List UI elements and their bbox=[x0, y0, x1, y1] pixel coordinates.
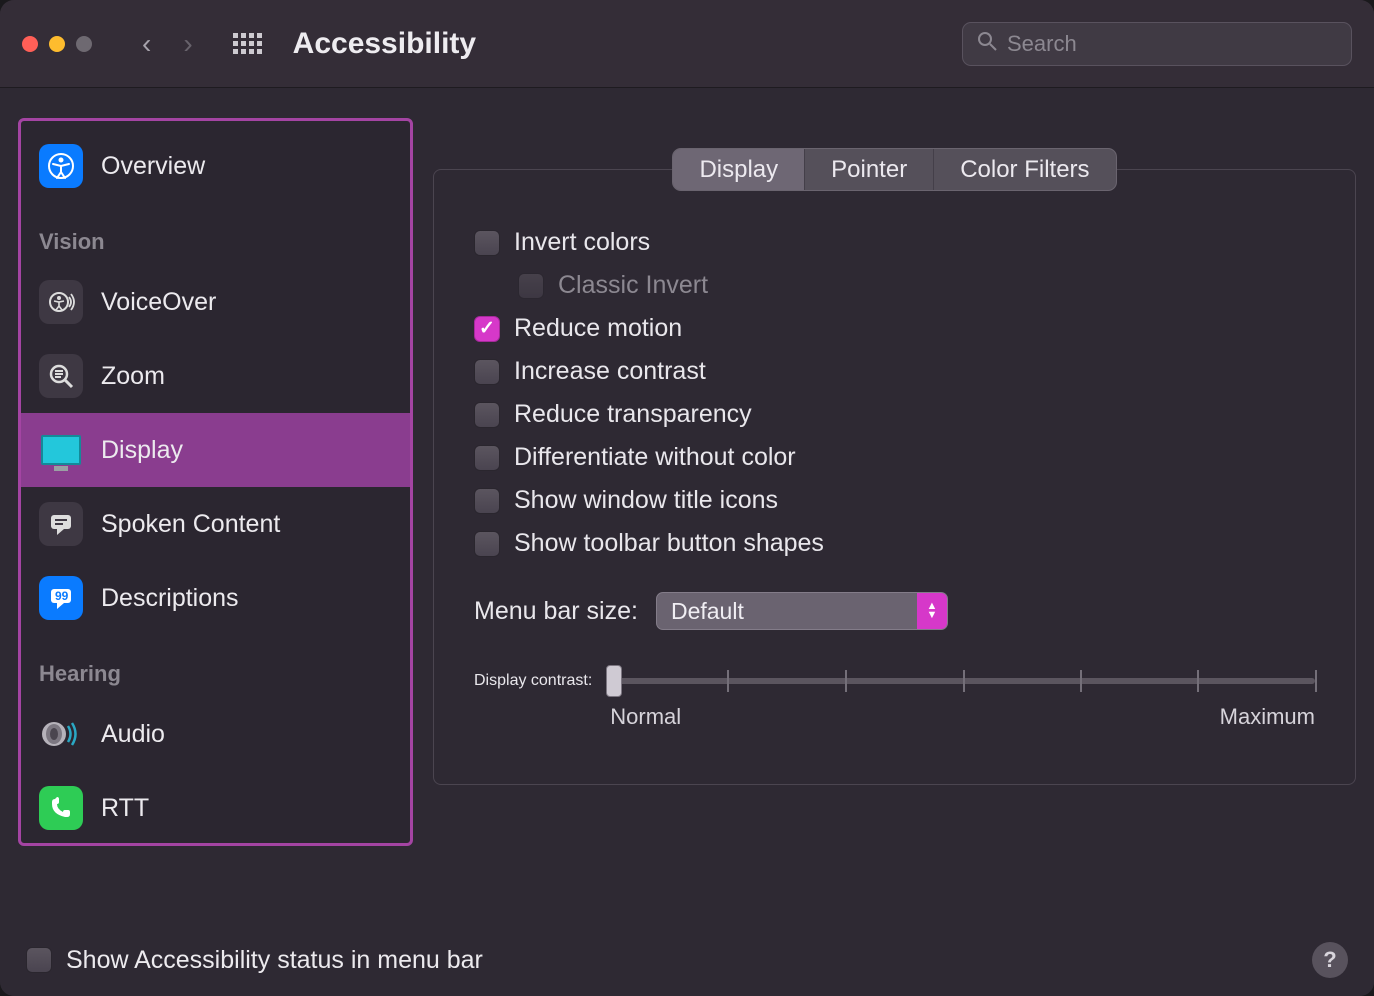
detail-panel: Display Pointer Color Filters Invert col… bbox=[433, 118, 1356, 924]
help-button[interactable]: ? bbox=[1312, 942, 1348, 978]
display-settings-panel: Invert colors Classic Invert Reduce moti… bbox=[433, 169, 1356, 785]
sidebar-item-audio[interactable]: Audio bbox=[21, 697, 410, 771]
body: Overview Vision VoiceOver Zoom Displa bbox=[0, 88, 1374, 924]
checkbox-show-status-menubar[interactable] bbox=[26, 947, 52, 973]
toolbar: ‹ › Accessibility bbox=[0, 0, 1374, 88]
checkbox-invert-colors[interactable] bbox=[474, 230, 500, 256]
back-button[interactable]: ‹ bbox=[142, 28, 151, 60]
checkbox-row-diff-without-color[interactable]: Differentiate without color bbox=[474, 443, 1315, 472]
segmented-control: Display Pointer Color Filters bbox=[672, 148, 1116, 191]
footer-bar: Show Accessibility status in menu bar ? bbox=[0, 924, 1374, 996]
footer-checkbox-label: Show Accessibility status in menu bar bbox=[66, 946, 483, 975]
search-input[interactable] bbox=[1007, 31, 1337, 57]
checkbox-reduce-transparency[interactable] bbox=[474, 402, 500, 428]
search-icon bbox=[977, 31, 997, 57]
checkbox-label: Classic Invert bbox=[558, 271, 708, 300]
sidebar-item-overview[interactable]: Overview bbox=[21, 129, 410, 203]
checkbox-label: Differentiate without color bbox=[514, 443, 796, 472]
select-value: Default bbox=[671, 598, 744, 625]
menu-bar-size-select[interactable]: Default ▲▼ bbox=[656, 592, 948, 630]
sidebar-item-display[interactable]: Display bbox=[21, 413, 410, 487]
checkbox-row-classic-invert: Classic Invert bbox=[518, 271, 1315, 300]
checkbox-label: Reduce transparency bbox=[514, 400, 752, 429]
accessibility-window: ‹ › Accessibility Overview Vision bbox=[0, 0, 1374, 996]
close-window-button[interactable] bbox=[22, 36, 38, 52]
descriptions-icon: 99 bbox=[39, 576, 83, 620]
sidebar: Overview Vision VoiceOver Zoom Displa bbox=[18, 118, 413, 846]
accessibility-icon bbox=[39, 144, 83, 188]
slider-min-label: Normal bbox=[610, 704, 681, 730]
sidebar-item-label: Audio bbox=[101, 720, 165, 749]
sidebar-item-zoom[interactable]: Zoom bbox=[21, 339, 410, 413]
minimize-window-button[interactable] bbox=[49, 36, 65, 52]
checkbox-classic-invert bbox=[518, 273, 544, 299]
svg-text:99: 99 bbox=[55, 589, 69, 603]
display-contrast-label: Display contrast: bbox=[474, 670, 592, 690]
sidebar-header-hearing: Hearing bbox=[21, 635, 410, 697]
slider-max-label: Maximum bbox=[1220, 704, 1315, 730]
checkbox-row-reduce-motion[interactable]: Reduce motion bbox=[474, 314, 1315, 343]
slider-thumb[interactable] bbox=[606, 665, 622, 697]
checkbox-row-reduce-transparency[interactable]: Reduce transparency bbox=[474, 400, 1315, 429]
checkbox-toolbar-shapes[interactable] bbox=[474, 531, 500, 557]
sidebar-item-spoken-content[interactable]: Spoken Content bbox=[21, 487, 410, 561]
zoom-window-button[interactable] bbox=[76, 36, 92, 52]
checkbox-label: Show window title icons bbox=[514, 486, 778, 515]
display-contrast-slider[interactable] bbox=[610, 678, 1315, 684]
search-field[interactable] bbox=[962, 22, 1352, 66]
display-contrast-row: Display contrast: bbox=[474, 670, 1315, 730]
spoken-content-icon bbox=[39, 502, 83, 546]
voiceover-icon bbox=[39, 280, 83, 324]
checkbox-increase-contrast[interactable] bbox=[474, 359, 500, 385]
sidebar-item-label: Spoken Content bbox=[101, 510, 280, 539]
checkbox-row-toolbar-shapes[interactable]: Show toolbar button shapes bbox=[474, 529, 1315, 558]
window-controls bbox=[22, 36, 92, 52]
checkbox-diff-without-color[interactable] bbox=[474, 445, 500, 471]
sidebar-item-label: Overview bbox=[101, 152, 205, 181]
slider-range-labels: Normal Maximum bbox=[610, 704, 1315, 730]
menu-bar-size-label: Menu bar size: bbox=[474, 597, 638, 626]
checkbox-row-invert-colors[interactable]: Invert colors bbox=[474, 228, 1315, 257]
sidebar-item-label: Zoom bbox=[101, 362, 165, 391]
menu-bar-size-row: Menu bar size: Default ▲▼ bbox=[474, 592, 1315, 630]
rtt-icon bbox=[39, 786, 83, 830]
checkbox-row-window-title-icons[interactable]: Show window title icons bbox=[474, 486, 1315, 515]
sidebar-item-descriptions[interactable]: 99 Descriptions bbox=[21, 561, 410, 635]
checkbox-label: Increase contrast bbox=[514, 357, 706, 386]
forward-button[interactable]: › bbox=[183, 28, 192, 60]
sidebar-item-label: Display bbox=[101, 436, 183, 465]
display-icon bbox=[39, 428, 83, 472]
tab-color-filters[interactable]: Color Filters bbox=[934, 149, 1115, 190]
checkbox-window-title-icons[interactable] bbox=[474, 488, 500, 514]
checkbox-label: Invert colors bbox=[514, 228, 650, 257]
sidebar-item-rtt[interactable]: RTT bbox=[21, 771, 410, 845]
sidebar-item-voiceover[interactable]: VoiceOver bbox=[21, 265, 410, 339]
checkbox-row-increase-contrast[interactable]: Increase contrast bbox=[474, 357, 1315, 386]
show-all-prefs-button[interactable] bbox=[233, 29, 263, 59]
tab-display[interactable]: Display bbox=[673, 149, 805, 190]
sidebar-header-vision: Vision bbox=[21, 203, 410, 265]
checkbox-reduce-motion[interactable] bbox=[474, 316, 500, 342]
zoom-icon bbox=[39, 354, 83, 398]
checkbox-label: Reduce motion bbox=[514, 314, 682, 343]
page-title: Accessibility bbox=[293, 27, 476, 61]
nav-arrows: ‹ › bbox=[142, 28, 193, 60]
sidebar-item-label: VoiceOver bbox=[101, 288, 216, 317]
audio-icon bbox=[39, 712, 83, 756]
tab-pointer[interactable]: Pointer bbox=[805, 149, 934, 190]
select-stepper-icon: ▲▼ bbox=[917, 593, 947, 629]
sidebar-item-label: Descriptions bbox=[101, 584, 239, 613]
sidebar-item-label: RTT bbox=[101, 794, 149, 823]
checkbox-label: Show toolbar button shapes bbox=[514, 529, 824, 558]
